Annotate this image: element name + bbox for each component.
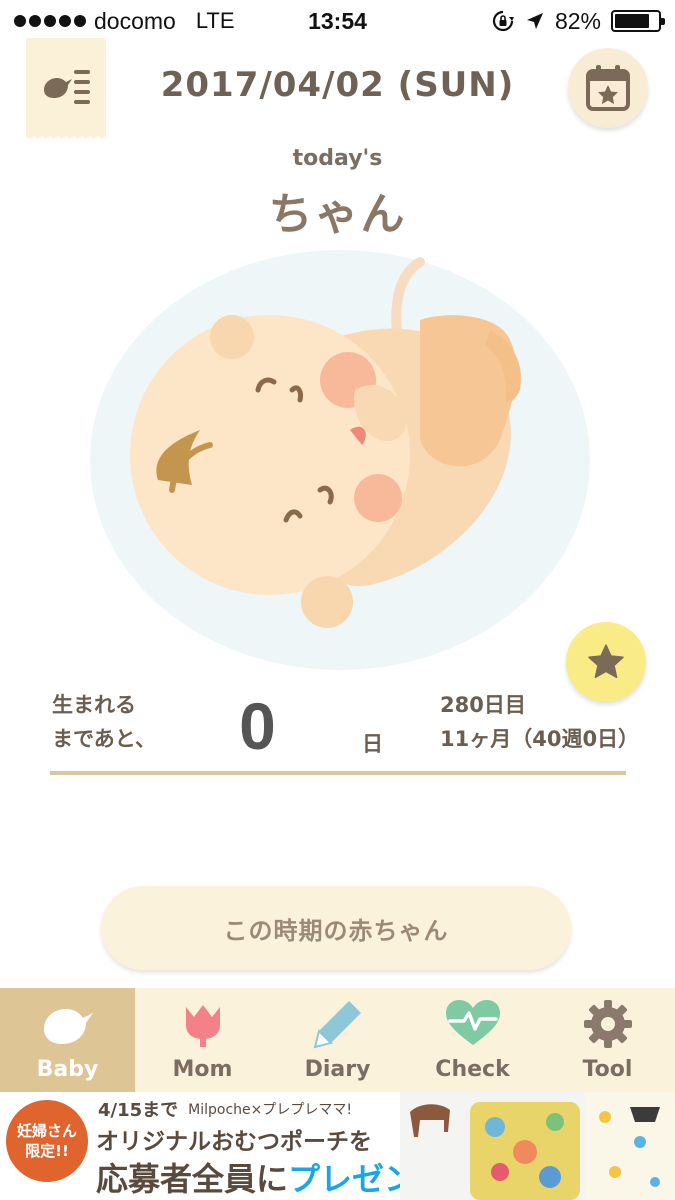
- fetus-illustration: [90, 250, 590, 670]
- ad-brand: Milpoche×プレプレママ!: [188, 1102, 352, 1118]
- battery-percent: 82%: [554, 7, 601, 34]
- countdown-label-line1: 生まれる: [52, 693, 136, 717]
- tab-mom[interactable]: Mom: [135, 988, 270, 1092]
- heart-pulse-icon: [441, 997, 505, 1051]
- location-arrow-icon: [526, 13, 543, 29]
- carrier-name: docomo: [94, 7, 176, 34]
- ad-badge-line1: 妊婦さん: [16, 1122, 77, 1140]
- battery-icon: [611, 10, 665, 32]
- battery-fill: [615, 14, 650, 28]
- ad-line1: 4/15まで Milpoche×プレプレママ!: [98, 1096, 352, 1122]
- ad-deadline: 4/15まで: [98, 1100, 179, 1121]
- pencil-icon: [306, 997, 370, 1051]
- ad-product-image: [400, 1092, 675, 1200]
- ad-line3: 応募者全員にプレゼント: [96, 1154, 448, 1200]
- ad-line3-prefix: 応募者全員に: [96, 1160, 289, 1198]
- countdown-label: 生まれる まであと、: [52, 688, 156, 756]
- pregnancy-day-info: 280日目 11ヶ月（40週0日）: [440, 688, 639, 756]
- day-count: 280日目: [440, 693, 526, 717]
- gear-icon: [576, 997, 640, 1051]
- network-type: LTE: [195, 8, 235, 33]
- ad-badge-line2: 限定!!: [25, 1142, 69, 1160]
- baby-name: ちゃん: [268, 189, 407, 240]
- tab-tool-label: Tool: [582, 1057, 633, 1082]
- countdown-label-line2: まであと、: [52, 727, 156, 751]
- tab-diary-label: Diary: [304, 1057, 371, 1082]
- countdown-days: 0: [239, 689, 276, 763]
- countdown-unit: 日: [362, 732, 383, 756]
- tab-mom-label: Mom: [172, 1057, 233, 1082]
- ad-banner[interactable]: 妊婦さん 限定!! 4/15まで Milpoche×プレプレママ! オリジナルお…: [0, 1092, 675, 1200]
- ad-badge: 妊婦さん 限定!!: [6, 1100, 88, 1182]
- ad-line2: オリジナルおむつポーチを: [96, 1129, 372, 1155]
- status-right: 82%: [491, 7, 665, 35]
- bird-icon: [36, 997, 100, 1051]
- signal-strength-icon: [14, 15, 86, 27]
- status-bar: docomo LTE 13:54 82%: [0, 0, 675, 42]
- tab-check-label: Check: [435, 1057, 510, 1082]
- tab-baby-label: Baby: [36, 1057, 99, 1082]
- star-icon: [588, 644, 624, 679]
- status-left: docomo LTE: [14, 8, 491, 35]
- calendar-star-icon: [586, 65, 630, 111]
- tab-tool[interactable]: Tool: [540, 988, 675, 1092]
- subtitle-todays: today's: [292, 146, 383, 171]
- tab-diary[interactable]: Diary: [270, 988, 405, 1092]
- pregnancy-age: 11ヶ月（40週0日）: [440, 727, 640, 751]
- tab-baby[interactable]: Baby: [0, 988, 135, 1092]
- pregnancy-progress-bar: [50, 771, 626, 775]
- tab-bar: Baby Mom Diary Check Tool: [0, 988, 675, 1092]
- tab-check[interactable]: Check: [405, 988, 540, 1092]
- baby-this-period-button[interactable]: この時期の赤ちゃん: [101, 886, 571, 970]
- calendar-button[interactable]: [568, 48, 648, 128]
- tulip-icon: [171, 997, 235, 1051]
- rotation-lock-icon: [492, 10, 514, 32]
- pregnancy-progress-fill: [50, 771, 626, 775]
